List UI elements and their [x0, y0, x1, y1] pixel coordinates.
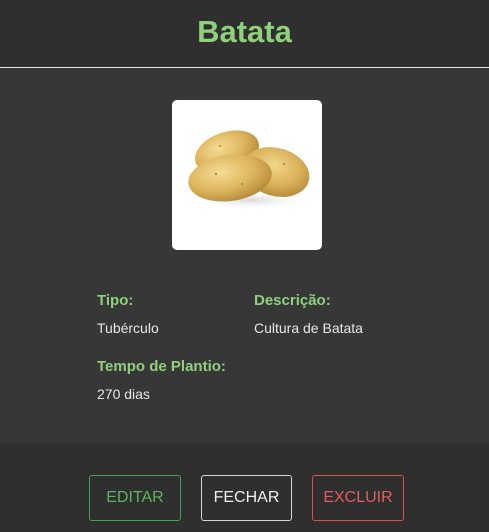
edit-button[interactable]: EDITAR: [89, 475, 181, 521]
delete-button[interactable]: EXCLUIR: [312, 475, 404, 521]
tempo-plantio-label: Tempo de Plantio:: [97, 358, 226, 375]
tempo-plantio-value: 270 dias: [97, 386, 150, 402]
modal-body: Tipo: Tubérculo Descrição: Cultura de Ba…: [0, 68, 489, 443]
modal-header: Batata: [0, 0, 489, 68]
page-title: Batata: [197, 14, 292, 49]
tipo-label: Tipo:: [97, 292, 134, 309]
modal-footer: EDITAR FECHAR EXCLUIR: [0, 443, 489, 532]
crop-image: [172, 100, 322, 250]
tipo-value: Tubérculo: [97, 320, 159, 336]
descricao-value: Cultura de Batata: [254, 320, 363, 336]
potato-image: [188, 130, 312, 210]
close-button[interactable]: FECHAR: [201, 475, 292, 521]
descricao-label: Descrição:: [254, 292, 331, 309]
